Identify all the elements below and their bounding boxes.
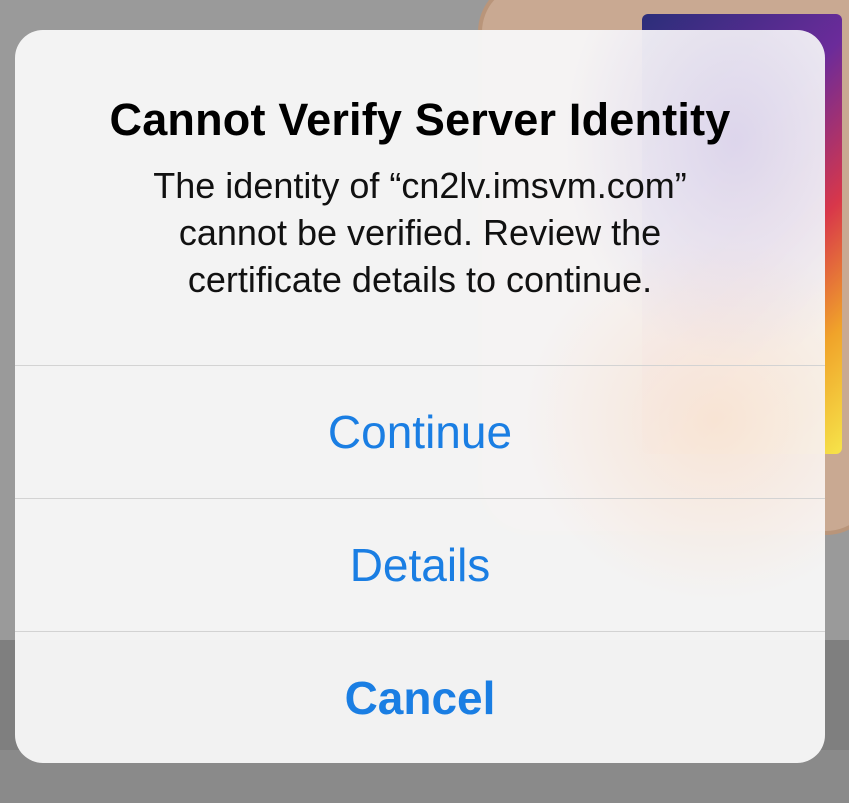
alert-message-line: cannot be verified. Review the [178, 212, 662, 253]
continue-button[interactable]: Continue [15, 365, 825, 497]
alert-message: The identity of “cn2lv.imsvm.com” cannot… [75, 162, 765, 303]
alert-title: Cannot Verify Server Identity [109, 94, 731, 145]
alert-message-line: The identity of “cn2lv.imsvm.com” [153, 165, 687, 206]
server-identity-alert: Cannot Verify Server Identity The identi… [15, 30, 825, 763]
details-button[interactable]: Details [15, 498, 825, 630]
cancel-button[interactable]: Cancel [15, 631, 825, 763]
alert-header: Cannot Verify Server Identity The identi… [15, 30, 825, 365]
alert-message-line: certificate details to continue. [187, 259, 653, 300]
